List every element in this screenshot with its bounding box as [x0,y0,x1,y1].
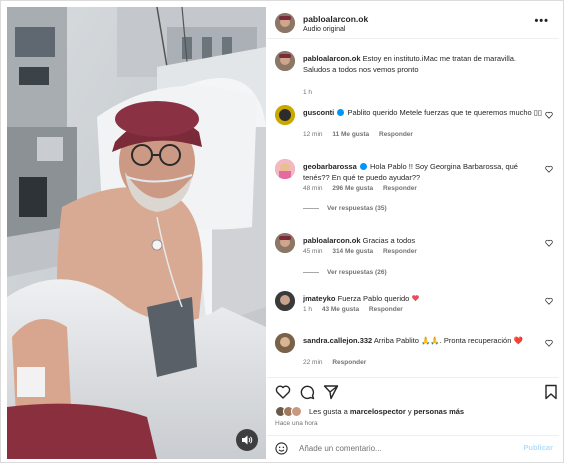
caption-time: 1 h [303,89,313,96]
comment-username[interactable]: gusconti [303,108,334,117]
comment-time: 1 h [303,306,313,313]
reply-button[interactable]: Responder [383,248,417,255]
comment-likes[interactable]: 43 Me gusta [322,306,359,313]
instagram-post-modal: pabloalarcon.ok Audio original ••• pablo… [0,0,564,463]
comment-input[interactable] [299,441,509,455]
comment-body: Fuerza Pablo querido [337,294,410,303]
comment-emoji: ▯▯ [533,108,543,117]
likes-others[interactable]: personas más [414,407,464,416]
replies-divider [303,207,319,209]
comment-meta: 1 h 43 Me gusta Responder [303,306,411,313]
share-icon[interactable] [323,384,339,400]
mute-button[interactable] [236,429,258,451]
likes-text: Les gusta a marcelospector y personas má… [309,407,464,416]
replies-divider [303,271,319,273]
view-replies-button[interactable]: Ver respuestas (35) [303,205,387,212]
more-icon[interactable]: ••• [534,15,549,27]
comment-body: Pablito querido Metele fuerzas que te qu… [347,108,534,117]
hospital-photo [7,7,266,459]
comment-text: sandra.callejon.332 Arriba Pablito 🙏🙏. P… [303,335,543,346]
comment-username[interactable]: jmateyko [303,294,336,303]
post-details-panel: pabloalarcon.ok Audio original ••• pablo… [267,7,559,459]
heart-icon[interactable] [275,384,291,400]
comment-time: 22 min [303,359,323,366]
comment-avatar[interactable] [275,333,295,353]
likes-suffix: y [405,407,414,416]
verified-badge-icon [337,109,345,116]
comment-body: Arriba Pablito 🙏🙏. Pronta recuperación ❤… [373,336,523,345]
post-actions [267,377,559,403]
post-timestamp: Hace una hora [275,420,318,427]
bookmark-icon[interactable] [543,384,559,400]
comment-text: pabloalarcon.ok Gracias a todos [303,235,543,246]
comment-meta: 22 min Responder [303,359,374,366]
comment-avatar[interactable] [275,291,295,311]
comment-avatar[interactable] [275,159,295,179]
comment-body: Gracias a todos [362,236,416,245]
comment-meta: 48 min 296 Me gusta Responder [303,185,425,192]
caption-text: pabloalarcon.ok Estoy en instituto.iMac … [303,53,543,75]
comment-icon[interactable] [299,384,315,400]
comment-time: 48 min [303,185,323,192]
comment-like-icon[interactable] [545,297,553,305]
comment-text: geobarbarossa Hola Pablo !! Soy Georgina… [303,161,543,183]
comment-likes[interactable]: 296 Me gusta [332,185,373,192]
caption-avatar[interactable] [275,51,295,71]
likes-user[interactable]: marcelospector [350,407,406,416]
comment-avatar[interactable] [275,105,295,125]
audio-label[interactable]: Audio original [303,26,345,33]
caption-username[interactable]: pabloalarcon.ok [303,54,361,63]
view-replies-label[interactable]: Ver respuestas (26) [327,269,387,276]
comment-time: 12 min [303,131,323,138]
reply-button[interactable]: Responder [383,185,417,192]
comment-username[interactable]: sandra.callejon.332 [303,336,372,345]
comment-like-icon[interactable] [545,339,553,347]
comment-text: gusconti Pablito querido Metele fuerzas … [303,107,543,118]
author-username[interactable]: pabloalarcon.ok [303,14,368,24]
view-replies-label[interactable]: Ver respuestas (35) [327,205,387,212]
caption-meta: 1 h [303,89,320,96]
comment-likes[interactable]: 314 Me gusta [332,248,373,255]
publish-button[interactable]: Publicar [523,443,553,452]
comment-username[interactable]: pabloalarcon.ok [303,236,361,245]
view-replies-button[interactable]: Ver respuestas (26) [303,269,387,276]
reply-button[interactable]: Responder [379,131,413,138]
comment-like-icon[interactable] [545,111,553,119]
post-video[interactable] [7,7,266,459]
heart-emoji-icon [412,295,420,302]
reply-button[interactable]: Responder [332,359,366,366]
comment-likes[interactable]: 11 Me gusta [332,131,369,138]
post-header: pabloalarcon.ok Audio original ••• [267,7,559,39]
comment-meta: 12 min 11 Me gusta Responder [303,131,421,138]
verified-badge-icon [359,163,367,170]
volume-icon [242,435,253,445]
comment-avatar[interactable] [275,233,295,253]
add-comment-bar: Publicar [267,435,559,459]
comments-list: pabloalarcon.ok Estoy en instituto.iMac … [267,43,559,373]
comment-meta: 45 min 314 Me gusta Responder [303,248,425,255]
likes-prefix: Les gusta a [309,407,350,416]
reply-button[interactable]: Responder [369,306,403,313]
emoji-icon[interactable] [275,442,288,455]
likes-summary: Les gusta a marcelospector y personas má… [275,405,555,419]
comment-like-icon[interactable] [545,165,553,173]
likers-avatars[interactable] [275,406,305,417]
comment-like-icon[interactable] [545,239,553,247]
comment-time: 45 min [303,248,323,255]
comment-username[interactable]: geobarbarossa [303,162,357,171]
author-avatar[interactable] [275,13,295,33]
comment-text: jmateyko Fuerza Pablo querido [303,293,543,304]
